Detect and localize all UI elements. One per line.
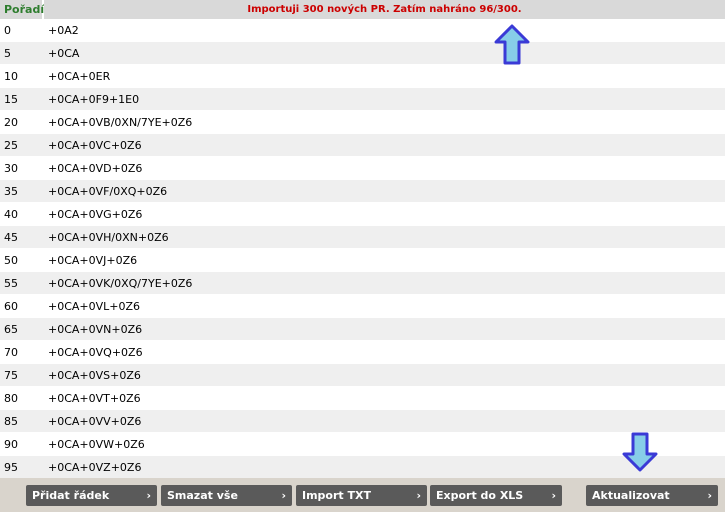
table-row[interactable]: 60 +0CA+0VL+0Z6 [0, 295, 725, 318]
order-cell: 95 [4, 461, 18, 474]
import-table: Pořadí Importuji 300 nových PR. Zatím na… [0, 0, 725, 479]
pr-code-cell: +0CA+0VK/0XQ/7YE+0Z6 [48, 277, 193, 290]
pr-code-cell: +0CA+0VC+0Z6 [48, 139, 142, 152]
delete-all-label: Smazat vše [167, 489, 238, 502]
pr-code-cell: +0CA+0VH/0XN+0Z6 [48, 231, 169, 244]
add-row-label: Přidat řádek [32, 489, 110, 502]
import-txt-button[interactable]: Import TXT › [296, 485, 427, 506]
order-cell: 5 [4, 47, 11, 60]
order-cell: 30 [4, 162, 18, 175]
table-row[interactable]: 5 +0CA [0, 42, 725, 65]
order-cell: 50 [4, 254, 18, 267]
arrow-down-icon [622, 432, 658, 472]
order-cell: 25 [4, 139, 18, 152]
pr-code-cell: +0CA [48, 47, 80, 60]
table-row[interactable]: 55 +0CA+0VK/0XQ/7YE+0Z6 [0, 272, 725, 295]
order-cell: 40 [4, 208, 18, 221]
table-row[interactable]: 30 +0CA+0VD+0Z6 [0, 157, 725, 180]
table-row[interactable]: 95 +0CA+0VZ+0Z6 [0, 456, 725, 479]
table-row[interactable]: 90 +0CA+0VW+0Z6 [0, 433, 725, 456]
pr-code-cell: +0CA+0ER [48, 70, 111, 83]
pr-code-cell: +0CA+0VD+0Z6 [48, 162, 143, 175]
pr-code-cell: +0CA+0VL+0Z6 [48, 300, 141, 313]
order-cell: 20 [4, 116, 18, 129]
order-cell: 75 [4, 369, 18, 382]
table-row[interactable]: 75 +0CA+0VS+0Z6 [0, 364, 725, 387]
refresh-button[interactable]: Aktualizovat › [586, 485, 718, 506]
add-row-button[interactable]: Přidat řádek › [26, 485, 157, 506]
pr-code-cell: +0A2 [48, 24, 79, 37]
table-row[interactable]: 65 +0CA+0VN+0Z6 [0, 318, 725, 341]
order-cell: 35 [4, 185, 18, 198]
pr-code-cell: +0CA+0VJ+0Z6 [48, 254, 138, 267]
chevron-right-icon: › [416, 489, 421, 502]
arrow-up-icon [494, 24, 530, 65]
table-header: Pořadí Importuji 300 nových PR. Zatím na… [0, 0, 725, 19]
table-row[interactable]: 0 +0A2 [0, 19, 725, 42]
order-cell: 0 [4, 24, 11, 37]
table-row[interactable]: 15 +0CA+0F9+1E0 [0, 88, 725, 111]
table-row[interactable]: 80 +0CA+0VT+0Z6 [0, 387, 725, 410]
table-row[interactable]: 25 +0CA+0VC+0Z6 [0, 134, 725, 157]
table-row[interactable]: 45 +0CA+0VH/0XN+0Z6 [0, 226, 725, 249]
table-row[interactable]: 70 +0CA+0VQ+0Z6 [0, 341, 725, 364]
pr-code-cell: +0CA+0VV+0Z6 [48, 415, 142, 428]
pr-code-cell: +0CA+0VT+0Z6 [48, 392, 141, 405]
table-body: 0 +0A2 5 +0CA 10 +0CA+0ER 15 +0CA+0F9+1E0 20 +0CA… [0, 19, 725, 479]
table-row[interactable]: 20 +0CA+0VB/0XN/7YE+0Z6 [0, 111, 725, 134]
order-cell: 55 [4, 277, 18, 290]
table-row[interactable]: 35 +0CA+0VF/0XQ+0Z6 [0, 180, 725, 203]
import-status-message: Importuji 300 nových PR. Zatím nahráno 9… [44, 0, 725, 19]
export-xls-button[interactable]: Export do XLS › [430, 485, 562, 506]
order-cell: 85 [4, 415, 18, 428]
import-txt-label: Import TXT [302, 489, 371, 502]
chevron-right-icon: › [551, 489, 556, 502]
pr-code-cell: +0CA+0F9+1E0 [48, 93, 140, 106]
order-cell: 15 [4, 93, 18, 106]
order-cell: 70 [4, 346, 18, 359]
order-cell: 65 [4, 323, 18, 336]
pr-code-cell: +0CA+0VS+0Z6 [48, 369, 141, 382]
export-xls-label: Export do XLS [436, 489, 524, 502]
pr-code-cell: +0CA+0VB/0XN/7YE+0Z6 [48, 116, 193, 129]
table-row[interactable]: 10 +0CA+0ER [0, 65, 725, 88]
pr-code-cell: +0CA+0VF/0XQ+0Z6 [48, 185, 168, 198]
pr-code-cell: +0CA+0VG+0Z6 [48, 208, 143, 221]
pr-code-cell: +0CA+0VN+0Z6 [48, 323, 143, 336]
pr-code-cell: +0CA+0VQ+0Z6 [48, 346, 143, 359]
chevron-right-icon: › [146, 489, 151, 502]
column-header-order[interactable]: Pořadí [0, 0, 44, 19]
order-cell: 10 [4, 70, 18, 83]
order-cell: 45 [4, 231, 18, 244]
order-cell: 90 [4, 438, 18, 451]
delete-all-button[interactable]: Smazat vše › [161, 485, 292, 506]
refresh-label: Aktualizovat [592, 489, 670, 502]
toolbar: Přidat řádek › Smazat vše › Import TXT ›… [0, 478, 725, 512]
table-row[interactable]: 85 +0CA+0VV+0Z6 [0, 410, 725, 433]
order-cell: 60 [4, 300, 18, 313]
table-row[interactable]: 40 +0CA+0VG+0Z6 [0, 203, 725, 226]
chevron-right-icon: › [281, 489, 286, 502]
table-row[interactable]: 50 +0CA+0VJ+0Z6 [0, 249, 725, 272]
chevron-right-icon: › [707, 489, 712, 502]
order-cell: 80 [4, 392, 18, 405]
